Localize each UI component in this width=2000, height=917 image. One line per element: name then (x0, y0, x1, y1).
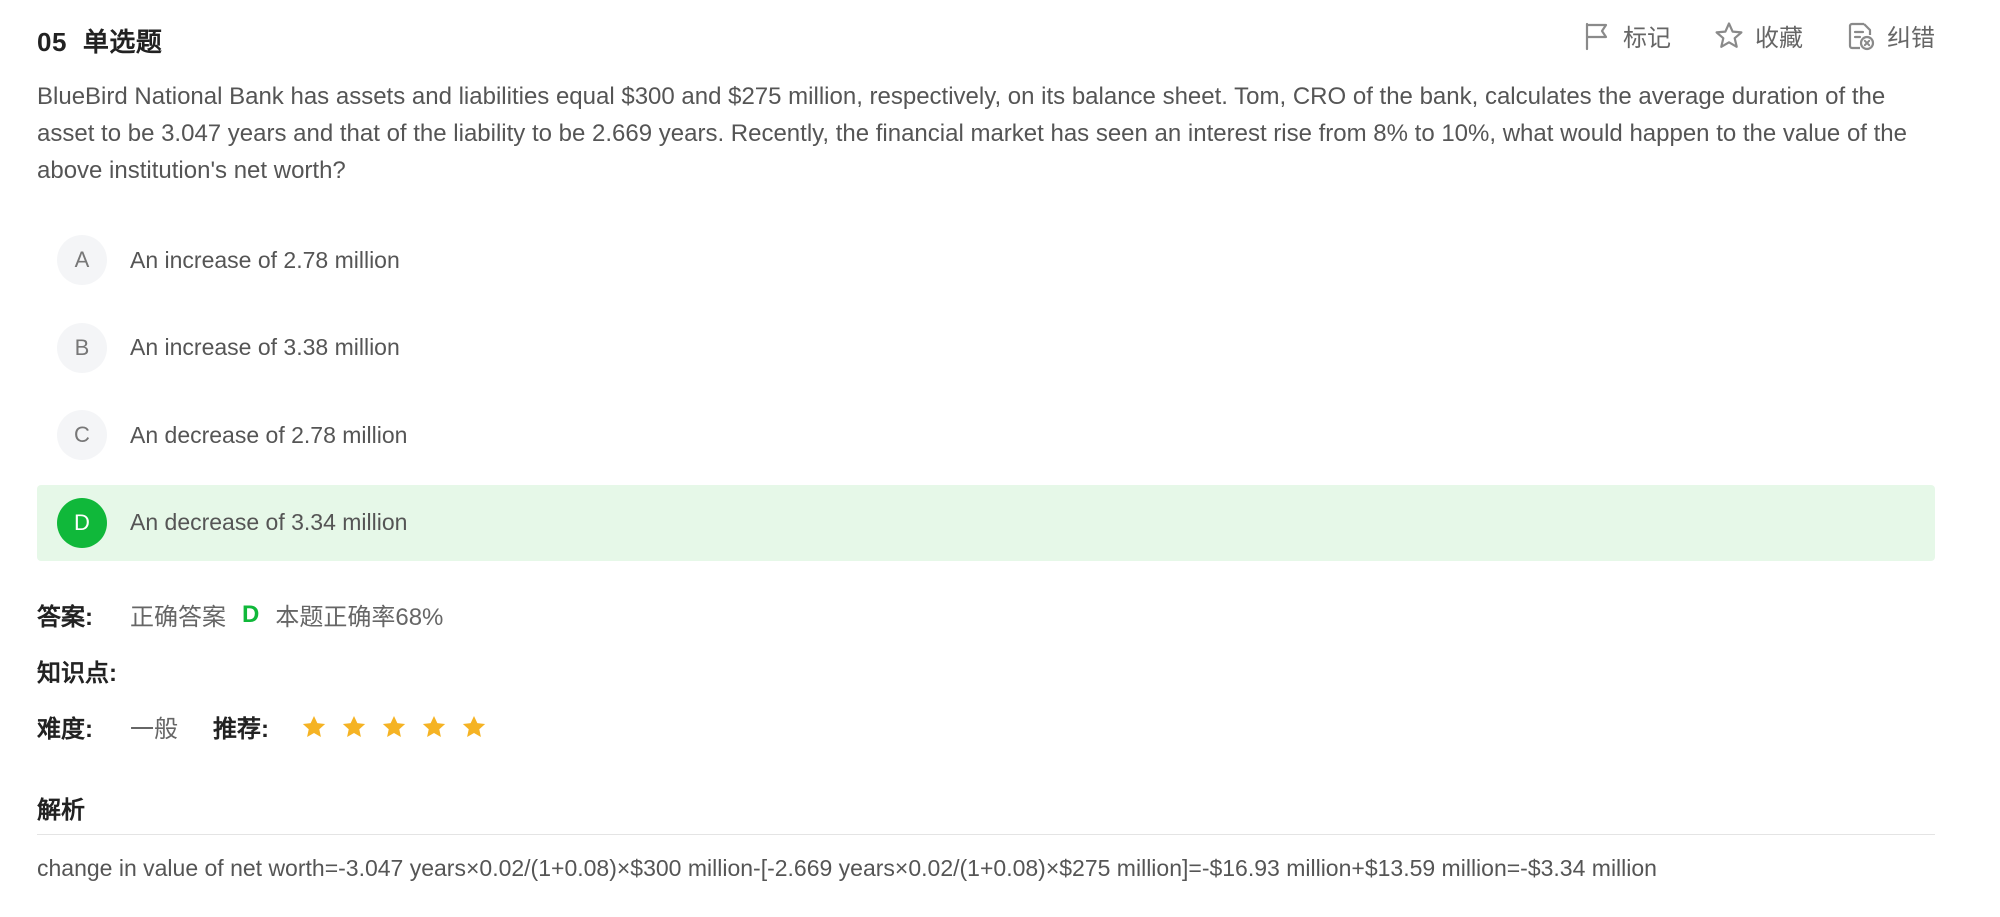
knowledge-label: 知识点: (37, 660, 117, 687)
flag-icon (1585, 22, 1608, 50)
knowledge-row: 知识点: (37, 653, 117, 688)
analysis-title: 解析 (37, 797, 85, 824)
accuracy-rate: 本题正确率68% (275, 604, 444, 631)
correct-answer-letter: D (242, 600, 260, 628)
option-text: An increase of 2.78 million (130, 246, 400, 273)
option-c[interactable]: C An decrease of 2.78 million (37, 397, 1935, 473)
question-type: 单选题 (82, 27, 163, 57)
star-outline-icon (1715, 21, 1743, 48)
star-filled-icon (302, 715, 326, 737)
option-a[interactable]: A An increase of 2.78 million (37, 222, 1935, 298)
option-letter: A (57, 235, 107, 285)
mark-button[interactable]: 标记 (1581, 18, 1671, 53)
analysis-text: change in value of net worth=-3.047 year… (37, 855, 1657, 881)
favorite-label: 收藏 (1755, 25, 1803, 52)
correct-answer-prefix: 正确答案 (130, 604, 226, 631)
recommend-stars (301, 714, 501, 740)
favorite-button[interactable]: 收藏 (1713, 18, 1803, 53)
option-d[interactable]: D An decrease of 3.34 million (37, 484, 1935, 561)
difficulty-label: 难度: (37, 716, 93, 743)
question-header: 05 单选题 标记 收藏 纠错 (37, 0, 1935, 76)
option-text: An decrease of 3.34 million (130, 509, 408, 535)
question-title: 05 单选题 (37, 22, 162, 59)
question-toolbar: 标记 收藏 纠错 (1539, 18, 1935, 53)
star-filled-icon (422, 715, 446, 737)
star-filled-icon (462, 715, 486, 737)
analysis-divider (37, 834, 1935, 835)
option-letter: C (57, 410, 107, 460)
option-b[interactable]: B An increase of 3.38 million (37, 310, 1935, 386)
option-text: An decrease of 2.78 million (130, 421, 408, 448)
question-page: 05 单选题 标记 收藏 纠错 BlueBird National Bank h… (37, 0, 1935, 881)
question-number: 05 (37, 27, 67, 57)
recommend-label: 推荐: (213, 716, 269, 743)
mark-label: 标记 (1623, 25, 1671, 52)
star-filled-icon (382, 715, 406, 737)
difficulty-value: 一般 (130, 716, 178, 743)
report-document-icon (1848, 22, 1875, 50)
option-letter: B (57, 322, 107, 373)
options-list: A An increase of 2.78 million B An incre… (37, 222, 1935, 572)
option-text: An increase of 3.38 million (130, 334, 400, 360)
answer-label: 答案: (37, 604, 93, 631)
difficulty-row: 难度: 一般 推荐: (37, 709, 501, 744)
option-letter: D (57, 497, 107, 548)
star-filled-icon (342, 715, 366, 737)
report-error-label: 纠错 (1887, 25, 1935, 52)
question-stem: BlueBird National Bank has assets and li… (37, 83, 1907, 184)
answer-row: 答案: 正确答案 D 本题正确率68% (37, 597, 443, 632)
report-error-button[interactable]: 纠错 (1845, 18, 1935, 53)
